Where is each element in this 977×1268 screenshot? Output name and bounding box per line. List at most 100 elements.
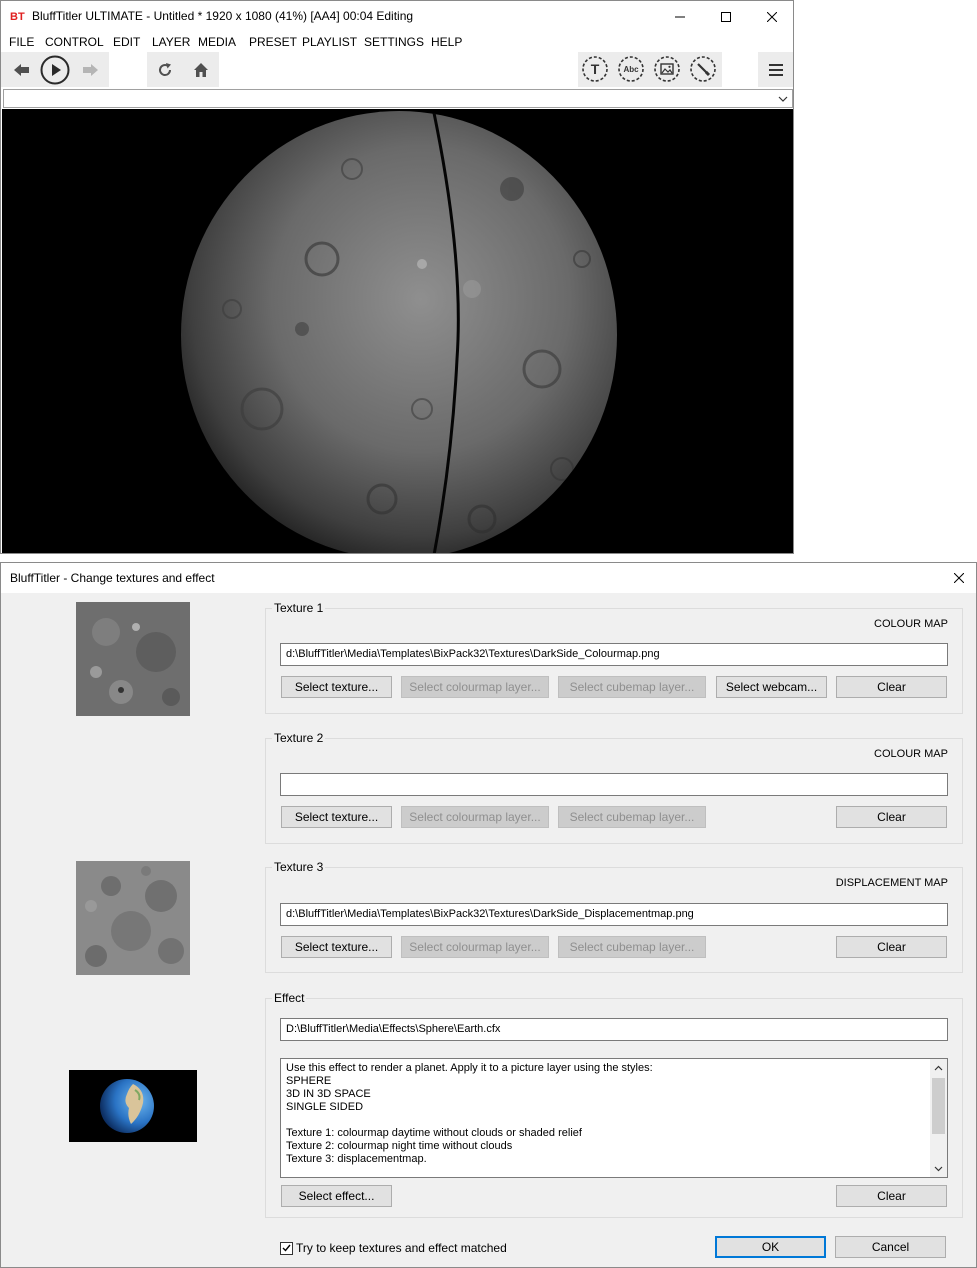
arrow-left-icon bbox=[14, 64, 29, 76]
texture2-map-type: COLOUR MAP bbox=[874, 748, 948, 760]
layer-toolbar-group: T Abc bbox=[578, 52, 722, 87]
previous-button[interactable] bbox=[6, 54, 38, 86]
scroll-down-button[interactable] bbox=[930, 1160, 947, 1177]
dialog-close-button[interactable] bbox=[942, 563, 976, 593]
description-scrollbar[interactable] bbox=[930, 1059, 947, 1177]
menu-file[interactable]: FILE bbox=[9, 35, 34, 49]
play-icon bbox=[40, 55, 70, 85]
cancel-button[interactable]: Cancel bbox=[835, 1236, 946, 1258]
next-button[interactable] bbox=[74, 54, 106, 86]
picture-layer-icon bbox=[654, 56, 680, 82]
texture3-select-texture-button[interactable]: Select texture... bbox=[281, 936, 392, 958]
effect-group: Effect D:\BluffTitler\Media\Effects\Sphe… bbox=[265, 991, 963, 1218]
abc-layer-icon: Abc bbox=[618, 56, 644, 82]
texture1-select-colourmap-layer-button[interactable]: Select colourmap layer... bbox=[401, 676, 549, 698]
add-brush-layer-button[interactable] bbox=[687, 53, 719, 85]
toolbar: T Abc bbox=[1, 52, 793, 88]
arrow-right-icon bbox=[83, 64, 98, 76]
keep-matched-row[interactable]: Try to keep textures and effect matched bbox=[280, 1240, 507, 1256]
texture3-path-field[interactable]: d:\BluffTitler\Media\Templates\BixPack32… bbox=[280, 903, 948, 926]
title-bar: BT BluffTitler ULTIMATE - Untitled * 192… bbox=[1, 1, 793, 32]
main-menu-button[interactable] bbox=[760, 54, 792, 86]
chevron-down-icon bbox=[778, 96, 788, 102]
text-layer-icon: T bbox=[582, 56, 608, 82]
texture3-group: Texture 3 DISPLACEMENT MAP d:\BluffTitle… bbox=[265, 860, 963, 973]
texture1-path-field[interactable]: d:\BluffTitler\Media\Templates\BixPack32… bbox=[280, 643, 948, 666]
effect-clear-button[interactable]: Clear bbox=[836, 1185, 947, 1207]
texture2-select-colourmap-layer-button[interactable]: Select colourmap layer... bbox=[401, 806, 549, 828]
main-window: BT BluffTitler ULTIMATE - Untitled * 192… bbox=[0, 0, 794, 554]
home-button[interactable] bbox=[185, 54, 217, 86]
minimize-button[interactable] bbox=[657, 1, 703, 32]
svg-text:BT: BT bbox=[10, 11, 25, 23]
menu-edit[interactable]: EDIT bbox=[113, 35, 140, 49]
svg-text:Abc: Abc bbox=[623, 65, 639, 74]
texture2-select-cubemap-layer-button[interactable]: Select cubemap layer... bbox=[558, 806, 706, 828]
texture3-map-type: DISPLACEMENT MAP bbox=[835, 877, 948, 889]
texture2-path-field[interactable] bbox=[280, 773, 948, 796]
effect-description-text: Use this effect to render a planet. Appl… bbox=[286, 1062, 653, 1165]
texture1-group: Texture 1 COLOUR MAP d:\BluffTitler\Medi… bbox=[265, 601, 963, 714]
blufftitler-logo-icon: BT bbox=[10, 11, 25, 23]
texture3-select-colourmap-layer-button[interactable]: Select colourmap layer... bbox=[401, 936, 549, 958]
texture3-title: Texture 3 bbox=[272, 860, 326, 874]
preset-dropdown[interactable] bbox=[3, 89, 793, 108]
texture2-select-texture-button[interactable]: Select texture... bbox=[281, 806, 392, 828]
menu-control[interactable]: CONTROL bbox=[45, 35, 104, 49]
menu-media[interactable]: MEDIA bbox=[198, 35, 236, 49]
add-abc-layer-button[interactable]: Abc bbox=[615, 53, 647, 85]
checkmark-icon bbox=[282, 1244, 291, 1252]
menu-layer[interactable]: LAYER bbox=[152, 35, 190, 49]
window-title: BluffTitler ULTIMATE - Untitled * 1920 x… bbox=[32, 9, 414, 23]
chevron-up-icon bbox=[934, 1065, 943, 1070]
view-toolbar-group bbox=[147, 52, 219, 87]
playback-toolbar-group bbox=[1, 52, 109, 87]
add-picture-layer-button[interactable] bbox=[651, 53, 683, 85]
preview-viewport[interactable] bbox=[2, 109, 793, 553]
effect-preview-thumbnail bbox=[69, 1070, 197, 1142]
home-icon bbox=[194, 63, 208, 77]
texture1-title: Texture 1 bbox=[272, 601, 326, 615]
texture1-select-cubemap-layer-button[interactable]: Select cubemap layer... bbox=[558, 676, 706, 698]
change-textures-dialog: BluffTitler - Change textures and effect bbox=[0, 562, 977, 1268]
menu-bar: FILE CONTROL EDIT LAYER MEDIA PRESET PLA… bbox=[1, 32, 793, 52]
effect-title: Effect bbox=[272, 991, 307, 1005]
texture1-map-type: COLOUR MAP bbox=[874, 618, 948, 630]
texture1-clear-button[interactable]: Clear bbox=[836, 676, 947, 698]
maximize-icon bbox=[721, 11, 731, 22]
menu-help[interactable]: HELP bbox=[431, 35, 462, 49]
refresh-icon bbox=[159, 63, 172, 76]
add-text-layer-button[interactable]: T bbox=[579, 53, 611, 85]
hamburger-menu-icon bbox=[769, 64, 783, 76]
menu-playlist[interactable]: PLAYLIST bbox=[302, 35, 357, 49]
texture1-select-texture-button[interactable]: Select texture... bbox=[281, 676, 392, 698]
texture2-clear-button[interactable]: Clear bbox=[836, 806, 947, 828]
effect-path-field[interactable]: D:\BluffTitler\Media\Effects\Sphere\Eart… bbox=[280, 1018, 948, 1041]
dialog-title: BluffTitler - Change textures and effect bbox=[10, 571, 215, 585]
planet-sphere-preview bbox=[181, 111, 617, 553]
texture2-title: Texture 2 bbox=[272, 731, 326, 745]
brush-icon bbox=[690, 56, 716, 82]
select-effect-button[interactable]: Select effect... bbox=[281, 1185, 392, 1207]
texture3-thumbnail bbox=[76, 861, 190, 975]
ok-button[interactable]: OK bbox=[715, 1236, 826, 1258]
close-window-button[interactable] bbox=[749, 1, 793, 32]
effect-description-box[interactable]: Use this effect to render a planet. Appl… bbox=[280, 1058, 948, 1178]
texture1-select-webcam-button[interactable]: Select webcam... bbox=[716, 676, 827, 698]
dialog-title-bar: BluffTitler - Change textures and effect bbox=[1, 563, 976, 593]
menu-settings[interactable]: SETTINGS bbox=[364, 35, 424, 49]
keep-matched-label: Try to keep textures and effect matched bbox=[296, 1241, 507, 1255]
refresh-button[interactable] bbox=[149, 54, 181, 86]
scroll-thumb[interactable] bbox=[932, 1078, 945, 1134]
minimize-icon bbox=[675, 16, 685, 17]
texture3-clear-button[interactable]: Clear bbox=[836, 936, 947, 958]
scroll-up-button[interactable] bbox=[930, 1059, 947, 1076]
maximize-button[interactable] bbox=[703, 1, 749, 32]
play-button[interactable] bbox=[39, 54, 71, 86]
texture1-thumbnail bbox=[76, 602, 190, 716]
close-icon bbox=[767, 11, 777, 22]
keep-matched-checkbox[interactable] bbox=[280, 1241, 293, 1255]
close-icon bbox=[954, 573, 964, 583]
menu-preset[interactable]: PRESET bbox=[249, 35, 297, 49]
texture3-select-cubemap-layer-button[interactable]: Select cubemap layer... bbox=[558, 936, 706, 958]
